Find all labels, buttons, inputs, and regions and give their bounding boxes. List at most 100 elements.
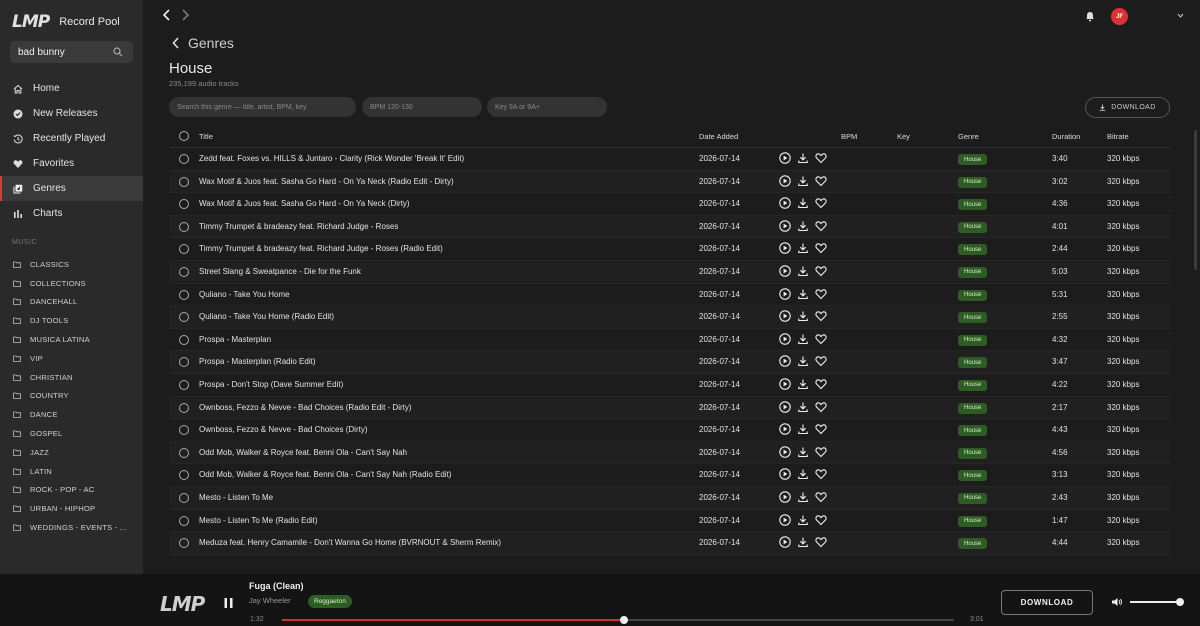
download-icon[interactable]: [797, 152, 809, 164]
heart-outline-icon[interactable]: [815, 378, 827, 390]
folder-item[interactable]: DANCE: [0, 405, 143, 424]
volume-icon[interactable]: [1111, 597, 1123, 607]
heart-outline-icon[interactable]: [815, 175, 827, 187]
folder-item[interactable]: CHRISTIAN: [0, 368, 143, 387]
download-icon[interactable]: [797, 491, 809, 503]
download-icon[interactable]: [797, 446, 809, 458]
download-icon[interactable]: [797, 514, 809, 526]
col-title[interactable]: Title: [199, 132, 213, 141]
play-icon[interactable]: [779, 242, 791, 255]
sidebar-item-new-releases[interactable]: New Releases: [0, 101, 143, 126]
heart-outline-icon[interactable]: [815, 265, 827, 277]
play-icon[interactable]: [779, 174, 791, 187]
play-icon[interactable]: [779, 197, 791, 209]
row-select-radio[interactable]: [179, 538, 189, 549]
table-row[interactable]: Prospa - Masterplan 2026-07-14 House 4:32 32…: [169, 329, 1170, 352]
heart-outline-icon[interactable]: [815, 242, 827, 254]
play-icon[interactable]: [779, 400, 791, 413]
play-icon[interactable]: [779, 491, 791, 503]
table-row[interactable]: Zedd feat. Foxes vs. HILLS & Juntaro - C…: [169, 148, 1170, 171]
play-icon[interactable]: [779, 513, 791, 526]
folder-item[interactable]: GOSPEL: [0, 424, 143, 443]
heart-outline-icon[interactable]: [815, 197, 827, 209]
row-select-radio[interactable]: [179, 402, 189, 413]
heart-outline-icon[interactable]: [815, 446, 827, 458]
scrollbar-thumb[interactable]: [1194, 130, 1197, 270]
bell-icon[interactable]: [1085, 11, 1095, 22]
download-icon[interactable]: [797, 175, 809, 187]
play-icon[interactable]: [779, 355, 791, 368]
col-duration[interactable]: Duration: [1052, 132, 1080, 141]
table-row[interactable]: Timmy Trumpet & bradeazy feat. Richard J…: [169, 238, 1170, 261]
back-to-genres[interactable]: Genres: [172, 35, 234, 51]
row-select-radio[interactable]: [179, 176, 189, 187]
play-icon[interactable]: [779, 333, 791, 345]
row-select-radio[interactable]: [179, 154, 189, 164]
folder-item[interactable]: DANCEHALL: [0, 293, 143, 312]
download-icon[interactable]: [797, 197, 809, 209]
play-icon[interactable]: [779, 423, 791, 435]
table-row[interactable]: Quliano - Take You Home 2026-07-14 House 5:…: [169, 284, 1170, 307]
row-select-radio[interactable]: [179, 334, 189, 345]
download-icon[interactable]: [797, 220, 809, 232]
player-download-button[interactable]: DOWNLOAD: [1001, 590, 1093, 615]
table-row[interactable]: Meduza feat. Henry Camamile - Don't Wann…: [169, 532, 1170, 555]
folder-item[interactable]: ROCK - POP - AC: [0, 481, 143, 500]
folder-item[interactable]: URBAN - HIPHOP: [0, 499, 143, 518]
play-icon[interactable]: [779, 536, 791, 548]
folder-item[interactable]: VIP: [0, 349, 143, 368]
heart-outline-icon[interactable]: [815, 401, 827, 413]
search-input[interactable]: [18, 46, 113, 58]
row-select-radio[interactable]: [179, 447, 189, 458]
download-icon[interactable]: [797, 355, 809, 367]
col-genre[interactable]: Genre: [958, 132, 979, 141]
table-row[interactable]: Wax Motif & Juos feat. Sasha Go Hard - O…: [169, 170, 1170, 194]
table-row[interactable]: Street Slang & Sweatpance - Die for the …: [169, 260, 1170, 284]
table-row[interactable]: Timmy Trumpet & bradeazy feat. Richard J…: [169, 215, 1170, 239]
heart-outline-icon[interactable]: [815, 152, 827, 164]
table-row[interactable]: Mesto - Listen To Me 2026-07-14 House 2:43 3…: [169, 486, 1170, 510]
key-input[interactable]: [495, 103, 607, 111]
row-select-radio[interactable]: [179, 357, 189, 368]
table-row[interactable]: Ownboss, Fezzo & Nevve - Bad Choices (Ra…: [169, 396, 1170, 420]
heart-outline-icon[interactable]: [815, 514, 827, 526]
sidebar-item-home[interactable]: Home: [0, 76, 143, 101]
heart-outline-icon[interactable]: [815, 355, 827, 367]
row-select-radio[interactable]: [179, 266, 189, 277]
folder-item[interactable]: JAZZ: [0, 443, 143, 462]
folder-item[interactable]: CLASSICS: [0, 255, 143, 274]
table-row[interactable]: Mesto - Listen To Me (Radio Edit) 2026-07…: [169, 510, 1170, 533]
row-select-radio[interactable]: [179, 515, 189, 526]
folder-item[interactable]: LATIN: [0, 462, 143, 481]
heart-outline-icon[interactable]: [815, 423, 827, 435]
brand[interactable]: LMP Record Pool: [12, 12, 120, 32]
download-icon[interactable]: [797, 468, 809, 480]
download-icon[interactable]: [797, 536, 809, 548]
table-row[interactable]: Wax Motif & Juos feat. Sasha Go Hard - O…: [169, 193, 1170, 216]
download-icon[interactable]: [797, 310, 809, 322]
play-icon[interactable]: [779, 265, 791, 277]
row-select-radio[interactable]: [179, 289, 189, 300]
download-icon[interactable]: [797, 288, 809, 300]
user-avatar[interactable]: JF: [1111, 8, 1128, 25]
row-select-radio[interactable]: [179, 244, 189, 255]
table-row[interactable]: Prospa - Don't Stop (Dave Summer Edit) 20…: [169, 374, 1170, 397]
play-icon[interactable]: [779, 220, 791, 232]
download-all-button[interactable]: DOWNLOAD: [1085, 97, 1170, 118]
row-select-radio[interactable]: [179, 425, 189, 436]
folder-item[interactable]: WEDDINGS - EVENTS - ...: [0, 518, 143, 537]
play-icon[interactable]: [779, 445, 791, 458]
col-bpm[interactable]: BPM: [841, 132, 857, 141]
download-icon[interactable]: [797, 423, 809, 435]
play-icon[interactable]: [779, 378, 791, 390]
chevron-down-icon[interactable]: [1177, 13, 1184, 18]
table-row[interactable]: Quliano - Take You Home (Radio Edit) 2026…: [169, 306, 1170, 329]
sidebar-item-recently-played[interactable]: Recently Played: [0, 126, 143, 151]
sidebar-item-charts[interactable]: Charts: [0, 201, 143, 226]
row-select-radio[interactable]: [179, 492, 189, 503]
download-icon[interactable]: [797, 333, 809, 345]
volume-slider[interactable]: [1130, 598, 1184, 606]
folder-item[interactable]: COLLECTIONS: [0, 274, 143, 293]
row-select-radio[interactable]: [179, 470, 189, 481]
download-icon[interactable]: [797, 265, 809, 277]
